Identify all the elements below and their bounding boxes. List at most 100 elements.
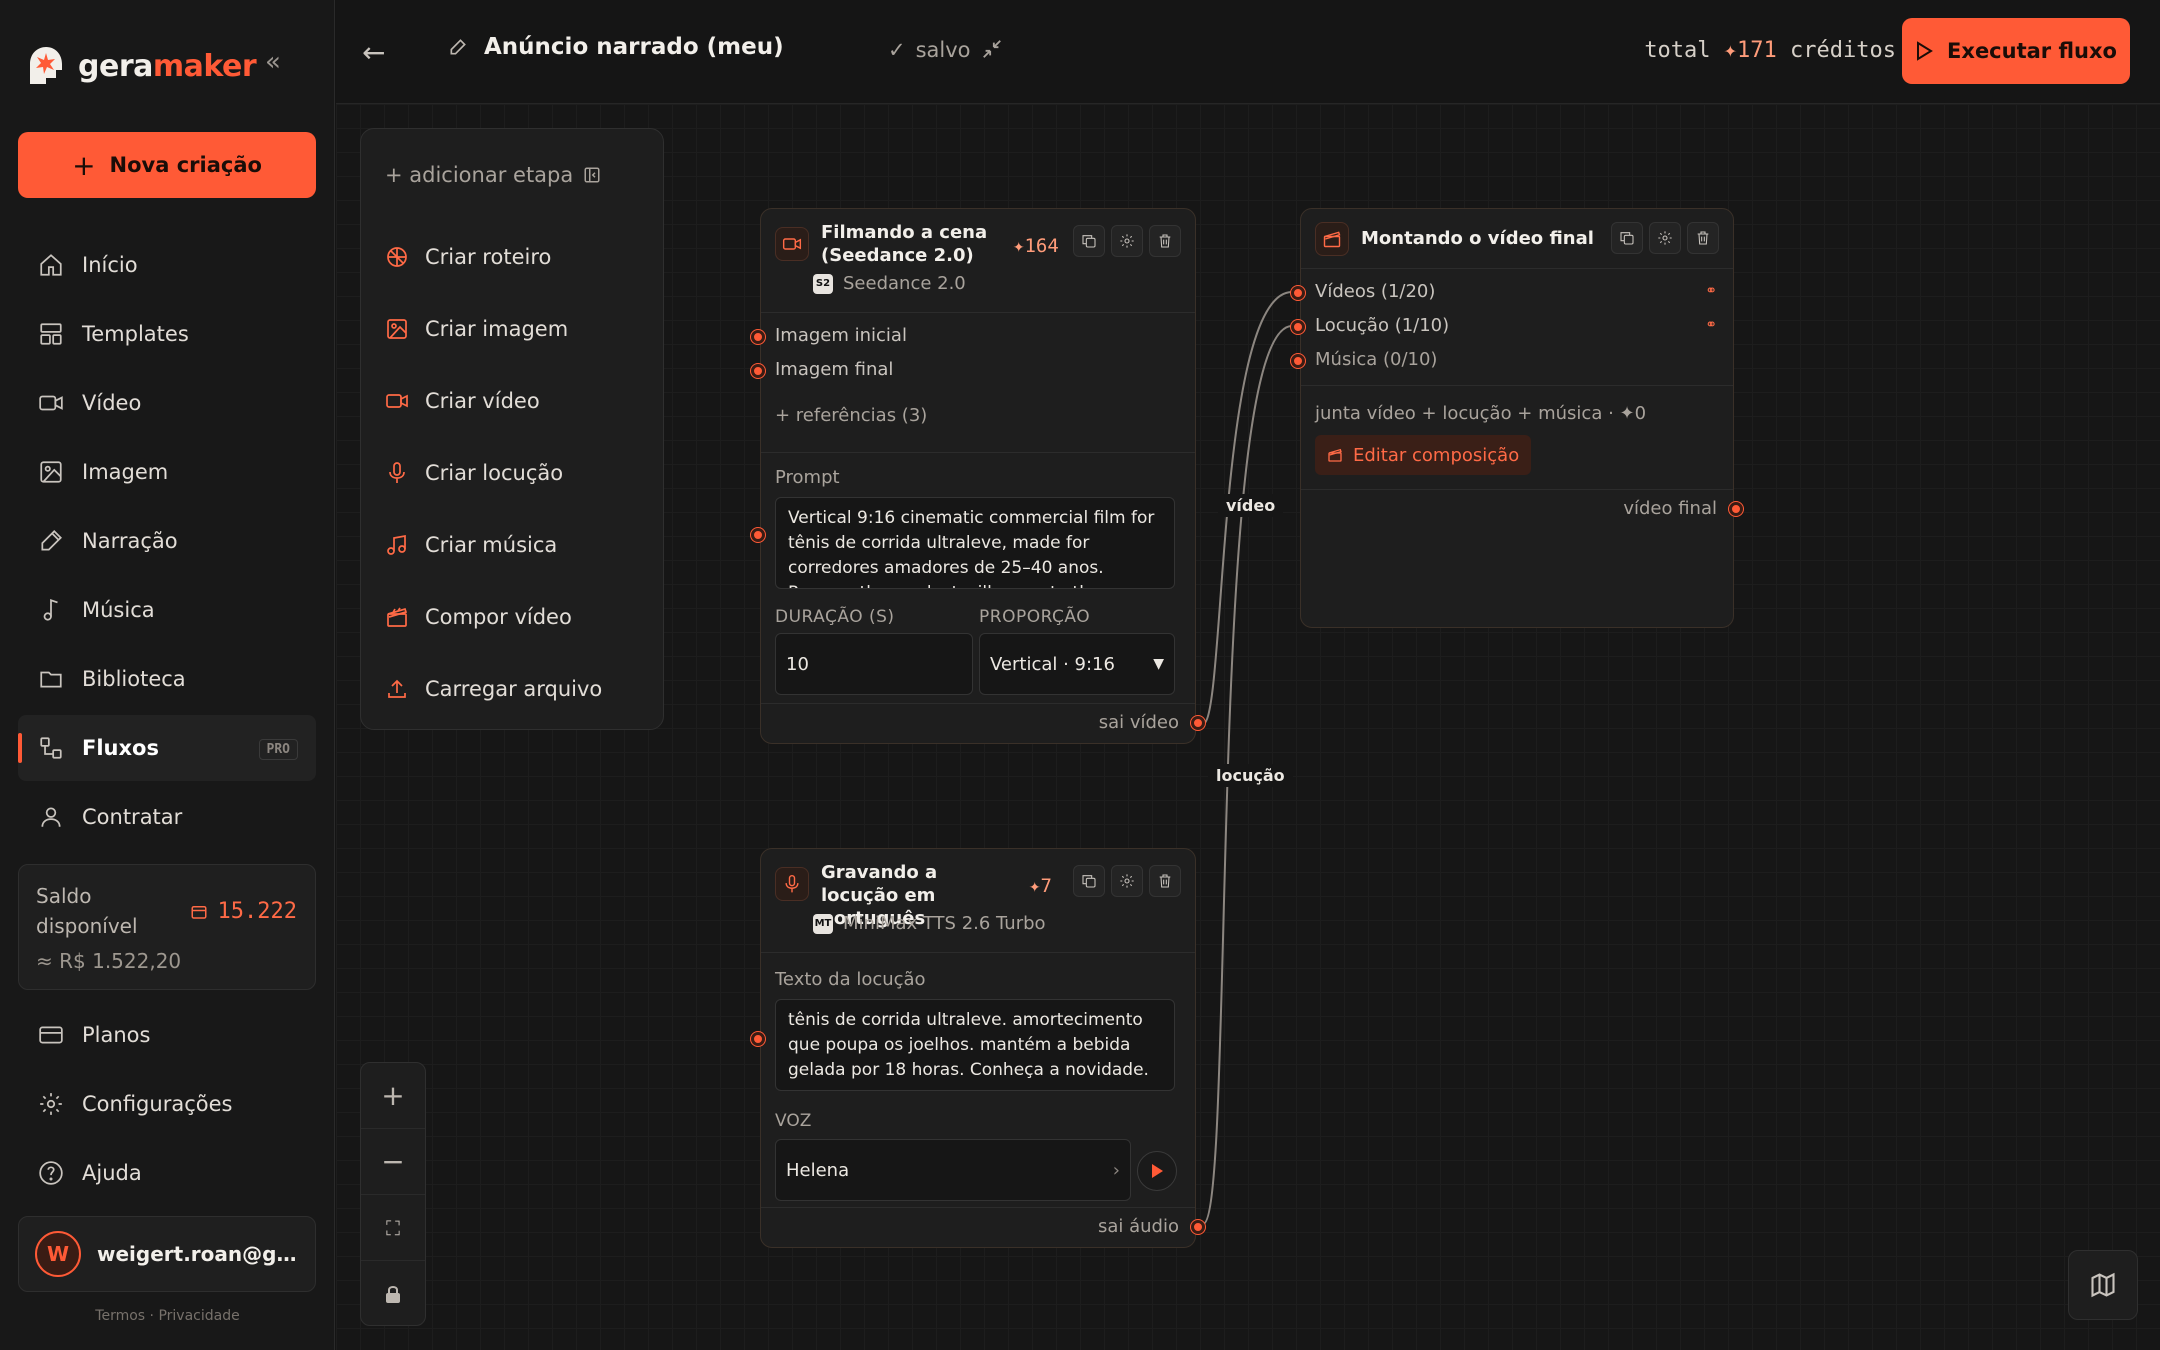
sidebar-item-musica[interactable]: Música	[18, 577, 316, 643]
trash-icon	[1159, 234, 1171, 248]
run-flow-button[interactable]: Executar fluxo	[1902, 18, 2130, 84]
add-voice-step[interactable]: Criar locução	[385, 437, 645, 509]
add-upload-step[interactable]: Carregar arquivo	[385, 653, 645, 725]
sidebar-item-planos[interactable]: Planos	[18, 1002, 316, 1068]
sidebar-item-templates[interactable]: Templates	[18, 301, 316, 367]
voice-select[interactable]: Helena ›	[775, 1139, 1131, 1201]
node-compose-final[interactable]: Montando o vídeo final Vídeos (1/20) ⚭ L…	[1291, 208, 1743, 628]
duplicate-button[interactable]	[1073, 225, 1105, 257]
fit-view-icon[interactable]: ⛶	[361, 1195, 425, 1261]
sidebar-item-label: Vídeo	[82, 391, 142, 415]
input-port-final-image[interactable]	[751, 364, 765, 378]
add-step-panel: + adicionar etapa Criar roteiro Criar im…	[360, 128, 664, 730]
sidebar-item-video[interactable]: Vídeo	[18, 370, 316, 436]
secondary-nav: Planos Configurações Ajuda	[18, 1002, 316, 1209]
panel-toggle-icon	[584, 167, 600, 183]
sidebar-item-contratar[interactable]: Contratar	[18, 784, 316, 850]
sidebar-item-configuracoes[interactable]: Configurações	[18, 1071, 316, 1137]
voice-text-label: Texto da locução	[775, 969, 926, 990]
node-cost: ✦7	[1029, 875, 1052, 897]
collapse-sidebar-icon[interactable]: «	[265, 49, 291, 76]
flow-canvas[interactable]: vídeo locução + adicionar etapa Criar ro…	[336, 104, 2160, 1350]
brand-logo[interactable]: geramaker	[24, 44, 257, 88]
delete-button[interactable]	[1149, 865, 1181, 897]
link-icon[interactable]: ⚭	[1705, 283, 1717, 299]
settings-button[interactable]	[1111, 865, 1143, 897]
output-port-final-video[interactable]	[1729, 502, 1743, 516]
sidebar-item-imagem[interactable]: Imagem	[18, 439, 316, 505]
sidebar-item-biblioteca[interactable]: Biblioteca	[18, 646, 316, 712]
back-arrow-icon[interactable]: ←	[362, 36, 385, 69]
gear-icon	[40, 1093, 62, 1115]
link-icon[interactable]: ⚭	[1705, 317, 1717, 333]
chevron-right-icon: ›	[1112, 1159, 1120, 1181]
total-credits: total ✦171 créditos	[1644, 38, 1896, 63]
image-icon	[40, 461, 62, 483]
lock-icon[interactable]	[361, 1261, 425, 1327]
input-voice: Locução (1/10)	[1315, 315, 1450, 336]
main-nav: Início Templates Vídeo Imagem Narração M…	[18, 232, 316, 853]
sidebar-item-ajuda[interactable]: Ajuda	[18, 1140, 316, 1206]
voice-label: VOZ	[775, 1111, 812, 1131]
balance-card: Saldo disponível 15.222 ≈ R$ 1.522,20	[18, 864, 316, 990]
input-port-voice-text[interactable]	[751, 1032, 765, 1046]
zoom-out-icon[interactable]: −	[361, 1129, 425, 1195]
voice-preview-button[interactable]	[1137, 1151, 1177, 1191]
delete-button[interactable]	[1687, 222, 1719, 254]
zoom-in-icon[interactable]: +	[361, 1063, 425, 1129]
delete-button[interactable]	[1149, 225, 1181, 257]
output-port-video[interactable]	[1191, 716, 1205, 730]
duplicate-button[interactable]	[1073, 865, 1105, 897]
ratio-select[interactable]: Vertical · 9:16 ▼	[979, 633, 1175, 695]
minimap-button[interactable]	[2068, 1250, 2138, 1320]
edge-label-voice: locução	[1208, 764, 1293, 787]
settings-button[interactable]	[1649, 222, 1681, 254]
output-port-audio[interactable]	[1191, 1220, 1205, 1234]
add-step-header[interactable]: + adicionar etapa	[385, 163, 601, 187]
duplicate-button[interactable]	[1611, 222, 1643, 254]
node-video-scene[interactable]: Filmando a cena (Seedance 2.0) ✦164 S2 S…	[751, 208, 1205, 744]
edge-label-video: vídeo	[1218, 494, 1284, 517]
add-compose-step[interactable]: Compor vídeo	[385, 581, 645, 653]
input-port-voice[interactable]	[1291, 320, 1305, 334]
node-title: Filmando a cena (Seedance 2.0)	[821, 222, 988, 266]
settings-button[interactable]	[1111, 225, 1143, 257]
sidebar-item-narracao[interactable]: Narração	[18, 508, 316, 574]
sidebar-item-fluxos[interactable]: Fluxos PRO	[18, 715, 316, 781]
references-toggle[interactable]: + referências (3)	[775, 405, 927, 426]
user-account[interactable]: W weigert.roan@gm...	[18, 1216, 316, 1292]
compose-summary: junta vídeo + locução + música · ✦0	[1315, 403, 1647, 424]
flow-title[interactable]: Anúncio narrado (meu)	[448, 34, 784, 60]
add-video-step[interactable]: Criar vídeo	[385, 365, 645, 437]
model-badge: MT	[813, 913, 833, 934]
input-port-music[interactable]	[1291, 354, 1305, 368]
input-port-videos[interactable]	[1291, 286, 1305, 300]
terms-link[interactable]: Termos	[95, 1308, 145, 1324]
mic-icon	[389, 462, 405, 483]
sidebar-item-label: Templates	[82, 322, 189, 346]
zoom-controls: + − ⛶	[360, 1062, 426, 1326]
add-image-step[interactable]: Criar imagem	[385, 293, 645, 365]
input-port-initial-image[interactable]	[751, 330, 765, 344]
add-script-step[interactable]: Criar roteiro	[385, 221, 645, 293]
node-voice-recording[interactable]: Gravando a locução em português ✦7 MT Mi…	[751, 848, 1205, 1248]
voice-textarea[interactable]: tênis de corrida ultraleve. amorteciment…	[775, 999, 1175, 1091]
privacy-link[interactable]: Privacidade	[158, 1308, 239, 1324]
output-label: sai vídeo	[1098, 712, 1179, 733]
compress-icon[interactable]	[981, 38, 1003, 66]
input-port-prompt[interactable]	[751, 528, 765, 542]
add-music-step[interactable]: Criar música	[385, 509, 645, 581]
topbar: ← Anúncio narrado (meu) ✓ salvo total ✦1…	[336, 0, 2160, 104]
run-flow-label: Executar fluxo	[1947, 39, 2117, 63]
legal-separator: ·	[149, 1308, 154, 1324]
music-icon	[387, 534, 406, 555]
sidebar-item-label: Imagem	[82, 460, 169, 484]
sidebar-item-inicio[interactable]: Início	[18, 232, 316, 298]
duration-input[interactable]: 10	[775, 633, 973, 695]
node-model: MT MiniMax TTS 2.6 Turbo	[813, 913, 1046, 934]
new-creation-button[interactable]: + Nova criação	[18, 132, 316, 198]
play-icon	[1917, 41, 1933, 61]
image-icon	[387, 319, 407, 339]
prompt-textarea[interactable]: Vertical 9:16 cinematic commercial film …	[775, 497, 1175, 589]
edit-composition-button[interactable]: Editar composição	[1315, 435, 1532, 475]
